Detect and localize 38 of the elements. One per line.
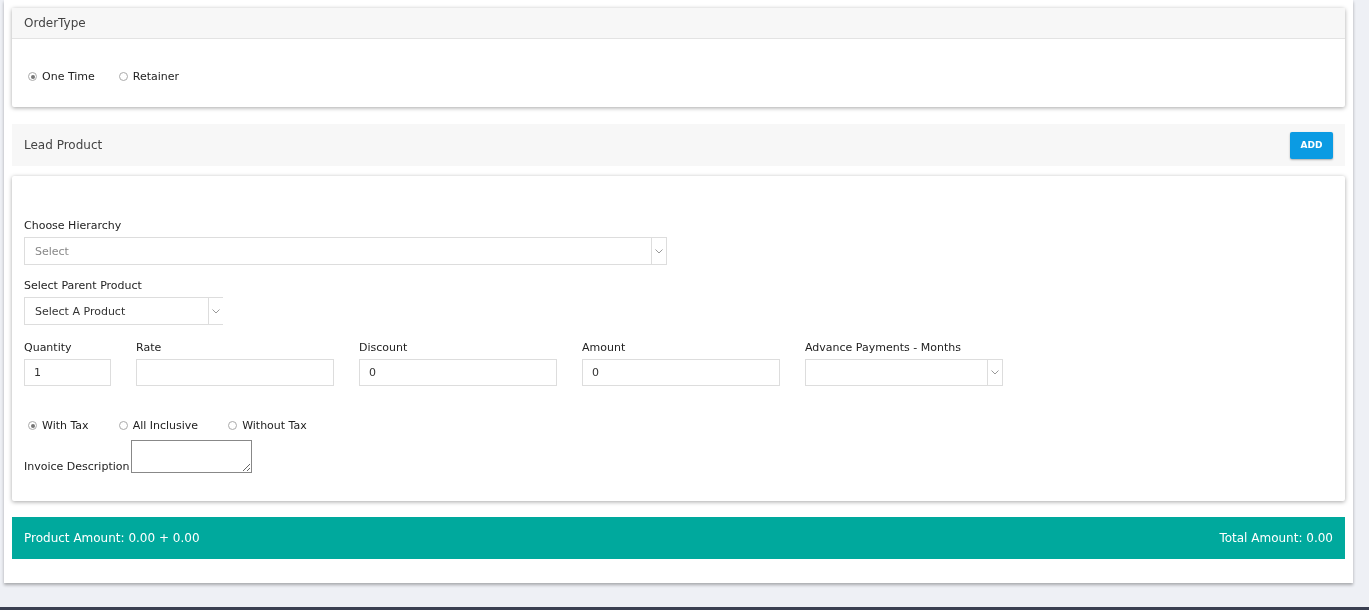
radio-option[interactable]: Without Tax xyxy=(228,419,307,432)
radio-label: Retainer xyxy=(132,70,180,83)
field-label: Advance Payments - Months xyxy=(805,341,962,354)
radio-label: Without Tax xyxy=(242,419,307,432)
radio-button[interactable] xyxy=(118,421,128,430)
text-field[interactable] xyxy=(136,359,334,386)
radio-button[interactable] xyxy=(28,421,37,430)
radio-option[interactable]: With Tax xyxy=(28,419,89,432)
field-label: Select Parent Product xyxy=(24,279,143,292)
product-select[interactable]: Select A Product xyxy=(24,297,223,325)
card-title: OrderType xyxy=(12,8,1345,39)
radio-button[interactable] xyxy=(28,72,37,81)
radio-option[interactable]: One Time xyxy=(28,70,95,83)
product-amount: Product Amount: 0.00 + 0.00 xyxy=(24,531,200,545)
radio-label: All Inclusive xyxy=(132,419,199,432)
field-label: Choose Hierarchy xyxy=(24,219,123,232)
field-label: Amount xyxy=(582,341,627,354)
chevron-down-icon xyxy=(991,370,999,375)
text-field[interactable]: 0 xyxy=(582,359,780,386)
radio-button[interactable] xyxy=(228,421,238,430)
description-textarea[interactable] xyxy=(131,440,253,473)
radio-label: With Tax xyxy=(42,419,89,432)
months-select[interactable] xyxy=(805,359,1003,386)
hierarchy-select[interactable]: Select xyxy=(24,237,667,265)
total-amount: Total Amount: 0.00 xyxy=(1219,531,1333,545)
chevron-down-icon xyxy=(212,308,220,314)
radio-option[interactable]: Retainer xyxy=(118,70,180,83)
chevron-down-icon xyxy=(655,248,663,254)
field-label: Rate xyxy=(136,341,163,354)
field-label: Invoice Description xyxy=(24,460,130,473)
radio-option[interactable]: All Inclusive xyxy=(118,419,199,432)
radio-button[interactable] xyxy=(118,72,128,81)
field-label: Discount xyxy=(359,341,409,354)
radio-label: One Time xyxy=(42,70,95,83)
text-field[interactable]: 1 xyxy=(24,359,111,386)
text-field[interactable]: 0 xyxy=(359,359,557,386)
field-label: Quantity xyxy=(24,341,73,354)
section-title: Lead Product xyxy=(24,138,103,152)
